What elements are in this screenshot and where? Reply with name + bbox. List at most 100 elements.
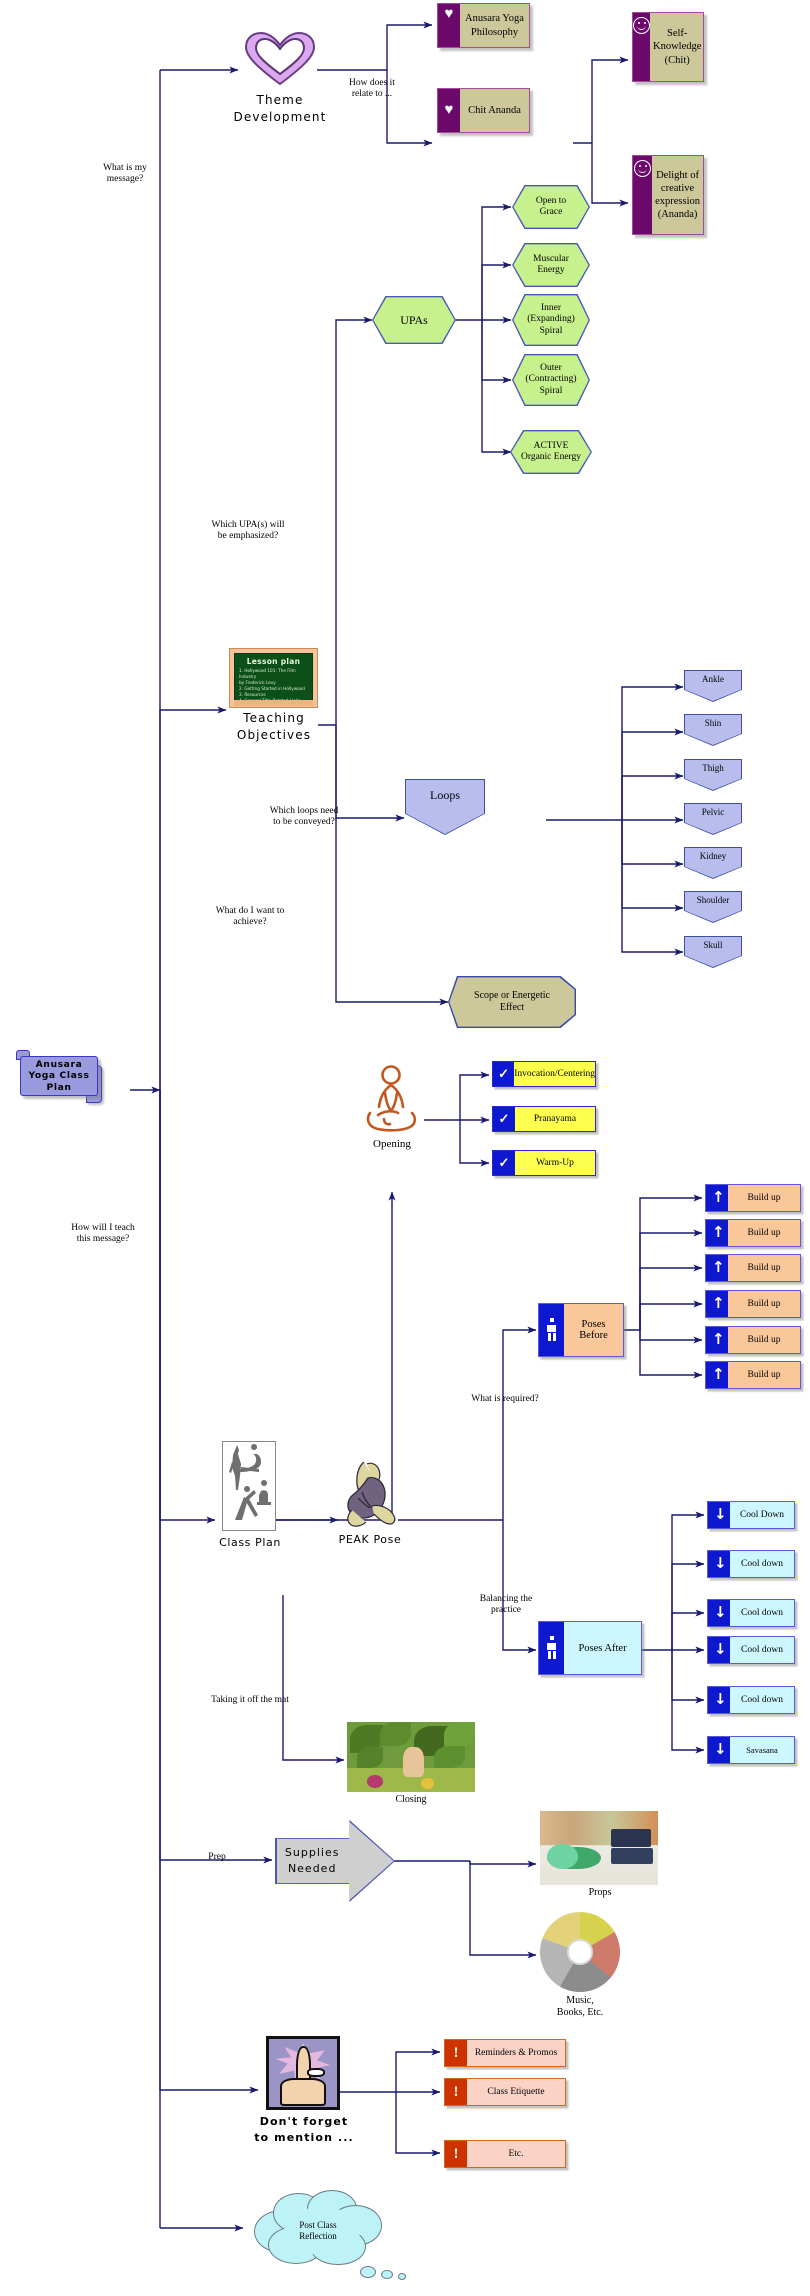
opening-item-pranayama[interactable]: ✓ Pranayama [492, 1106, 596, 1132]
build-up-item-3[interactable]: Build up [705, 1254, 801, 1282]
post-class-reflection-label: Post Class Reflection [299, 2219, 337, 2241]
person-icon [539, 1622, 564, 1674]
arrow-up-icon [706, 1327, 728, 1353]
loop-item-shin[interactable]: Shin [684, 714, 745, 749]
cool-down-item-3[interactable]: Cool down [707, 1599, 795, 1627]
poses-after-node[interactable]: Poses After [538, 1621, 642, 1675]
loop-item-label: Thigh [702, 763, 724, 773]
opening-item-label: Pranayama [515, 1107, 595, 1131]
theme-card-chit-ananda[interactable]: ♥ Chit Ananda [437, 88, 530, 133]
loop-item-skull[interactable]: Skull [684, 936, 745, 971]
upa-item-muscular-energy[interactable]: Muscular Energy [512, 243, 590, 287]
poses-before-node[interactable]: Poses Before [538, 1303, 624, 1357]
theme-subcard-delight[interactable]: Delight of creative expression (Ananda) [632, 155, 704, 235]
teaching-objectives-chalkboard[interactable]: Lesson plan 1. Hollywood 101: The Film I… [229, 648, 318, 708]
arrow-down-icon [708, 1687, 730, 1713]
edge-label-balancing-the-practice: Balancing the practice [479, 1594, 533, 1616]
reminder-item-promos[interactable]: ! Reminders & Promos [444, 2039, 566, 2067]
upa-item-outer-spiral[interactable]: Outer (Contracting) Spiral [512, 354, 590, 406]
edge-label-what-is-my-message: What is my message? [103, 163, 147, 185]
theme-subcard-delight-label: Delight of creative expression (Ananda) [655, 169, 700, 221]
upa-item-active-organic-energy[interactable]: ACTIVE Organic Energy [510, 430, 592, 474]
cool-down-item-5[interactable]: Cool down [707, 1686, 795, 1714]
chalkboard-inner: Lesson plan 1. Hollywood 101: The Film I… [234, 653, 313, 703]
build-up-item-4[interactable]: Build up [705, 1290, 801, 1318]
loop-item-kidney[interactable]: Kidney [684, 847, 745, 882]
smiley-icon [633, 156, 653, 234]
edge-label-taking-it-off-the-mat: Taking it off the mat [211, 1695, 289, 1705]
cd-hole [567, 1939, 593, 1965]
closing-figure [403, 1747, 424, 1777]
build-up-item-5[interactable]: Build up [705, 1326, 801, 1354]
thought-bubble-dot [398, 2273, 406, 2280]
loop-item-label: Ankle [702, 674, 724, 684]
cool-down-label: Savasana [730, 1737, 794, 1763]
build-up-label: Build up [728, 1362, 800, 1388]
theme-subcard-self-knowledge-label: Self- Knowledge (Chit) [653, 28, 702, 66]
build-up-item-6[interactable]: Build up [705, 1361, 801, 1389]
chalkboard-line: 1. Hollywood 101: The Film Industry [239, 668, 296, 680]
upa-item-open-to-grace[interactable]: Open to Grace [512, 185, 590, 229]
exclamation-icon: ! [445, 2141, 467, 2167]
loop-item-label: Skull [703, 940, 723, 950]
theme-subcard-self-knowledge[interactable]: Self- Knowledge (Chit) [632, 12, 704, 82]
scope-energetic-effect-node[interactable]: Scope or Energetic Effect [448, 976, 576, 1028]
upa-item-label: Outer (Contracting) Spiral [525, 362, 577, 396]
peak-pose-caption: PEAK Pose [338, 1533, 402, 1546]
dont-forget-image[interactable] [266, 2036, 340, 2110]
chalkboard-title: Lesson plan [246, 657, 301, 666]
checkmark-icon: ✓ [493, 1151, 515, 1175]
opening-item-invocation[interactable]: ✓ Invocation/Centering [492, 1061, 596, 1087]
build-up-item-1[interactable]: Build up [705, 1184, 801, 1212]
props-image[interactable] [540, 1811, 658, 1885]
upa-item-label: ACTIVE Organic Energy [520, 440, 582, 462]
upa-item-label: Inner (Expanding) Spiral [527, 302, 575, 336]
theme-card-philosophy[interactable]: ♥ Anusara Yoga Philosophy [437, 3, 530, 48]
upas-node[interactable]: UPAs [372, 296, 456, 344]
loop-item-ankle[interactable]: Ankle [684, 670, 745, 705]
loop-item-shoulder[interactable]: Shoulder [684, 891, 745, 926]
cool-down-item-4[interactable]: Cool down [707, 1636, 795, 1664]
reminder-item-label: Class Etiquette [467, 2079, 565, 2105]
teaching-objectives-caption: Teaching Objectives [236, 711, 312, 743]
class-plan-image[interactable] [222, 1441, 276, 1531]
scope-label: Scope or Energetic Effect [474, 990, 550, 1013]
yoga-poses-thumbnail-icon [229, 1444, 271, 1520]
build-up-item-2[interactable]: Build up [705, 1219, 801, 1247]
loop-item-pelvic[interactable]: Pelvic [684, 803, 745, 838]
savasana-item[interactable]: Savasana [707, 1736, 795, 1764]
music-books-caption: Music, Books, Etc. [556, 1995, 604, 2018]
closing-image[interactable] [347, 1722, 475, 1792]
opening-item-label: Warm-Up [515, 1151, 595, 1175]
person-icon [539, 1304, 564, 1356]
music-books-image[interactable] [540, 1912, 620, 1992]
root-node[interactable]: Anusara Yoga Class Plan [14, 1048, 110, 1116]
poses-before-label: Poses Before [564, 1304, 623, 1356]
theme-development-caption: Theme Development [233, 93, 327, 125]
cool-down-item-1[interactable]: Cool Down [707, 1501, 795, 1529]
loop-item-label: Shoulder [696, 895, 730, 905]
upa-item-inner-spiral[interactable]: Inner (Expanding) Spiral [512, 294, 590, 346]
loops-node[interactable]: Loops [405, 779, 488, 838]
opening-node[interactable] [358, 1063, 424, 1135]
smiley-icon [633, 13, 650, 81]
post-class-reflection-node[interactable]: Post Class Reflection [248, 2188, 388, 2274]
arrow-up-icon [706, 1362, 728, 1388]
props-caption: Props [588, 1887, 612, 1898]
arrow-up-icon [706, 1291, 728, 1317]
arrow-up-icon [706, 1220, 728, 1246]
closing-caption: Closing [395, 1794, 427, 1805]
yoga-block-icon [610, 1828, 651, 1847]
arrow-up-icon [706, 1185, 728, 1211]
peak-pose-image[interactable] [338, 1458, 400, 1530]
supplies-needed-node[interactable]: Supplies Needed [275, 1820, 395, 1902]
loops-label: Loops [430, 788, 460, 802]
build-up-label: Build up [728, 1185, 800, 1211]
loop-item-thigh[interactable]: Thigh [684, 759, 745, 794]
cool-down-item-2[interactable]: Cool down [707, 1550, 795, 1578]
peak-pose-icon [347, 1461, 396, 1527]
reminder-item-etiquette[interactable]: ! Class Etiquette [444, 2078, 566, 2106]
reminder-item-etc[interactable]: ! Etc. [444, 2140, 566, 2168]
opening-item-warmup[interactable]: ✓ Warm-Up [492, 1150, 596, 1176]
loop-item-label: Kidney [699, 851, 727, 861]
